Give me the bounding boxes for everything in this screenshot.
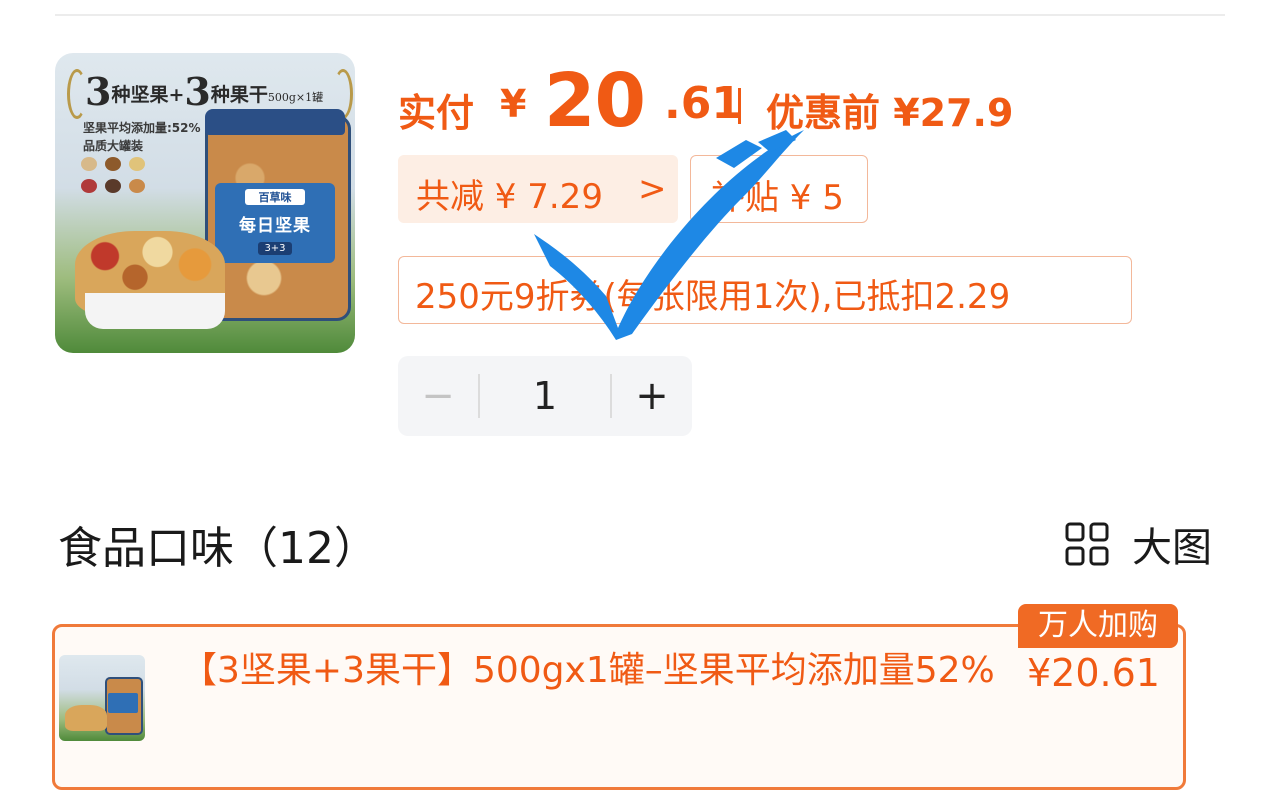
big-view-label: 大图	[1132, 525, 1212, 571]
nut-variety-icons	[81, 157, 153, 217]
coupon-tag: 250元9折券(每张限用1次),已抵扣2.29	[398, 256, 1132, 324]
popular-badge: 万人加购	[1018, 604, 1178, 648]
total-discount-button[interactable]: 共减 ¥ 7.29 >	[398, 155, 678, 223]
price-decimal: .61	[664, 78, 742, 129]
flavor-section-title: 食品口味（12）	[58, 523, 378, 574]
jar-badge: 3+3	[258, 242, 292, 255]
bowl-base	[85, 293, 225, 329]
jar-product-name: 每日坚果	[239, 216, 311, 236]
subsidy-tag: 补贴 ¥ 5	[690, 155, 868, 223]
product-image-subtitle: 坚果平均添加量:52%	[83, 121, 201, 135]
top-divider	[55, 14, 1225, 16]
brand-logo: 百草味	[245, 189, 305, 205]
increase-quantity-button[interactable]: +	[612, 356, 692, 436]
product-image-tagline: 品质大罐装	[83, 139, 144, 153]
grid-icon	[1065, 522, 1109, 566]
chevron-right-icon: >	[638, 169, 667, 209]
quantity-stepper: − 1 +	[398, 356, 692, 436]
flavor-option-name: 【3坚果+3果干】500gx1罐–坚果平均添加量52%	[181, 650, 995, 691]
total-discount-label: 共减 ¥ 7.29	[416, 177, 603, 217]
jar-lid	[205, 109, 345, 135]
flavor-thumbnail	[59, 655, 145, 741]
flavor-option-selected[interactable]: 【3坚果+3果干】500gx1罐–坚果平均添加量52% ¥20.61	[52, 624, 1186, 790]
price-integer: 20	[544, 58, 646, 144]
coupon-label: 250元9折券(每张限用1次),已抵扣2.29	[415, 277, 1011, 317]
flavor-option-price: ¥20.61	[1027, 651, 1160, 695]
quantity-value[interactable]: 1	[480, 356, 610, 436]
original-price: 优惠前 ¥27.9	[766, 91, 1014, 135]
product-image[interactable]: 3种坚果+3种果干500g×1罐 坚果平均添加量:52% 品质大罐装 百草味 每…	[55, 53, 355, 353]
laurel-left-decoration	[67, 69, 87, 119]
jar-label: 百草味 每日坚果 3+3	[215, 183, 335, 263]
currency-symbol: ¥	[500, 82, 527, 126]
paid-label: 实付	[398, 91, 475, 135]
subsidy-label: 补贴 ¥ 5	[711, 178, 844, 218]
price-separator	[738, 88, 741, 124]
decrease-quantity-button[interactable]: −	[398, 356, 478, 436]
